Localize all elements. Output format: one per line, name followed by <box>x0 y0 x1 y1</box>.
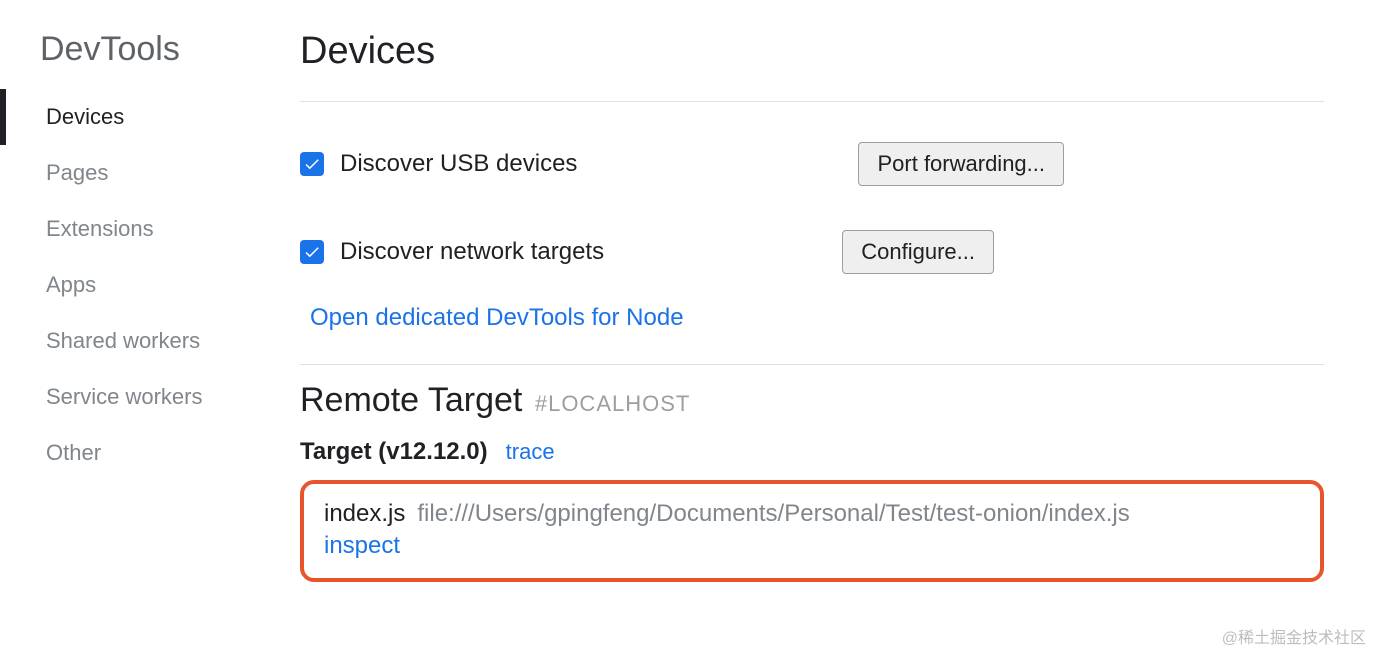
discover-network-label: Discover network targets <box>340 238 604 266</box>
page-title: Devices <box>300 30 1324 93</box>
sidebar-title: DevTools <box>0 30 260 89</box>
discover-usb-checkbox-wrap: Discover USB devices <box>300 150 858 178</box>
target-highlight-box: index.js file:///Users/gpingfeng/Documen… <box>300 480 1324 582</box>
check-icon <box>303 155 321 173</box>
trace-link[interactable]: trace <box>506 439 555 465</box>
main-content: Devices Discover USB devices Port forwar… <box>260 0 1384 658</box>
port-forwarding-button[interactable]: Port forwarding... <box>858 142 1064 186</box>
discover-usb-row: Discover USB devices Port forwarding... <box>300 130 1324 198</box>
divider <box>300 101 1324 102</box>
discover-usb-checkbox[interactable] <box>300 152 324 176</box>
discover-network-checkbox[interactable] <box>300 240 324 264</box>
remote-target-header: Remote Target #LOCALHOST <box>300 381 1324 420</box>
target-file-name: index.js <box>324 500 405 528</box>
discover-network-checkbox-wrap: Discover network targets <box>300 238 842 266</box>
sidebar: DevTools Devices Pages Extensions Apps S… <box>0 0 260 658</box>
target-version-label: Target (v12.12.0) <box>300 438 488 466</box>
check-icon <box>303 243 321 261</box>
sidebar-item-other[interactable]: Other <box>0 425 260 481</box>
remote-target-title: Remote Target <box>300 381 522 420</box>
discover-usb-label: Discover USB devices <box>340 150 577 178</box>
discover-network-row: Discover network targets Configure... <box>300 218 1324 286</box>
sidebar-item-pages[interactable]: Pages <box>0 145 260 201</box>
target-file-line: index.js file:///Users/gpingfeng/Documen… <box>324 500 1300 528</box>
watermark: @稀土掘金技术社区 <box>1222 624 1366 648</box>
target-line: Target (v12.12.0) trace <box>300 420 1324 474</box>
sidebar-item-extensions[interactable]: Extensions <box>0 201 260 257</box>
sidebar-item-service-workers[interactable]: Service workers <box>0 369 260 425</box>
configure-button[interactable]: Configure... <box>842 230 994 274</box>
sidebar-item-apps[interactable]: Apps <box>0 257 260 313</box>
remote-target-subtitle: #LOCALHOST <box>535 391 691 416</box>
inspect-link[interactable]: inspect <box>324 532 400 560</box>
open-dedicated-devtools-link[interactable]: Open dedicated DevTools for Node <box>310 304 684 331</box>
divider <box>300 364 1324 365</box>
target-file-path: file:///Users/gpingfeng/Documents/Person… <box>417 500 1129 528</box>
sidebar-item-shared-workers[interactable]: Shared workers <box>0 313 260 369</box>
dedicated-devtools-row: Open dedicated DevTools for Node <box>300 286 1324 356</box>
sidebar-item-devices[interactable]: Devices <box>0 89 260 145</box>
